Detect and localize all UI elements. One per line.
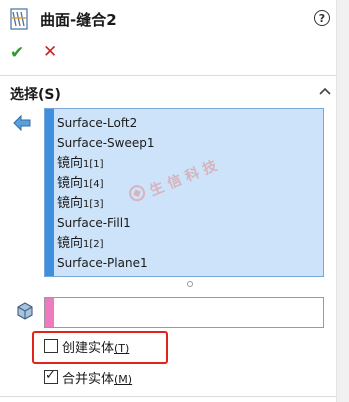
panel-header: 曲面-缝合2 ? (0, 0, 336, 38)
body-selection-field[interactable] (44, 297, 324, 328)
divider (0, 396, 336, 397)
list-item[interactable]: Surface-Sweep1 (57, 133, 319, 153)
merge-solids-label: 合并实体(M) (62, 372, 133, 387)
cancel-button[interactable]: ✕ (43, 42, 57, 62)
merge-solids-checkbox[interactable] (44, 368, 58, 384)
merge-solids-option[interactable]: 合并实体(M) (44, 368, 164, 388)
highlight-box (32, 331, 168, 364)
resize-grip[interactable] (187, 281, 193, 287)
property-manager-panel: 曲面-缝合2 ? ✔ ✕ 选择(S) Surface-Loft2 Surface… (0, 0, 349, 402)
chevron-up-icon[interactable] (319, 86, 331, 96)
section-title: 选择(S) (10, 87, 61, 103)
selection-section-header[interactable]: 选择(S) (0, 80, 336, 106)
ok-button[interactable]: ✔ (10, 43, 24, 63)
surface-select-icon (13, 114, 31, 132)
help-button[interactable]: ? (314, 10, 330, 26)
list-item[interactable]: Surface-Loft2 (57, 113, 319, 133)
list-item[interactable]: Surface-Plane1 (57, 253, 319, 273)
body-field-strip (45, 298, 54, 327)
solid-body-icon (17, 302, 33, 320)
panel-scrollbar[interactable] (336, 0, 349, 402)
divider (0, 75, 336, 76)
listbox-active-strip (45, 109, 54, 276)
panel-title: 曲面-缝合2 (40, 11, 117, 29)
action-bar: ✔ ✕ (0, 38, 336, 70)
knit-surface-icon (10, 8, 28, 30)
list-item[interactable]: 镜向1[2] (57, 233, 319, 253)
